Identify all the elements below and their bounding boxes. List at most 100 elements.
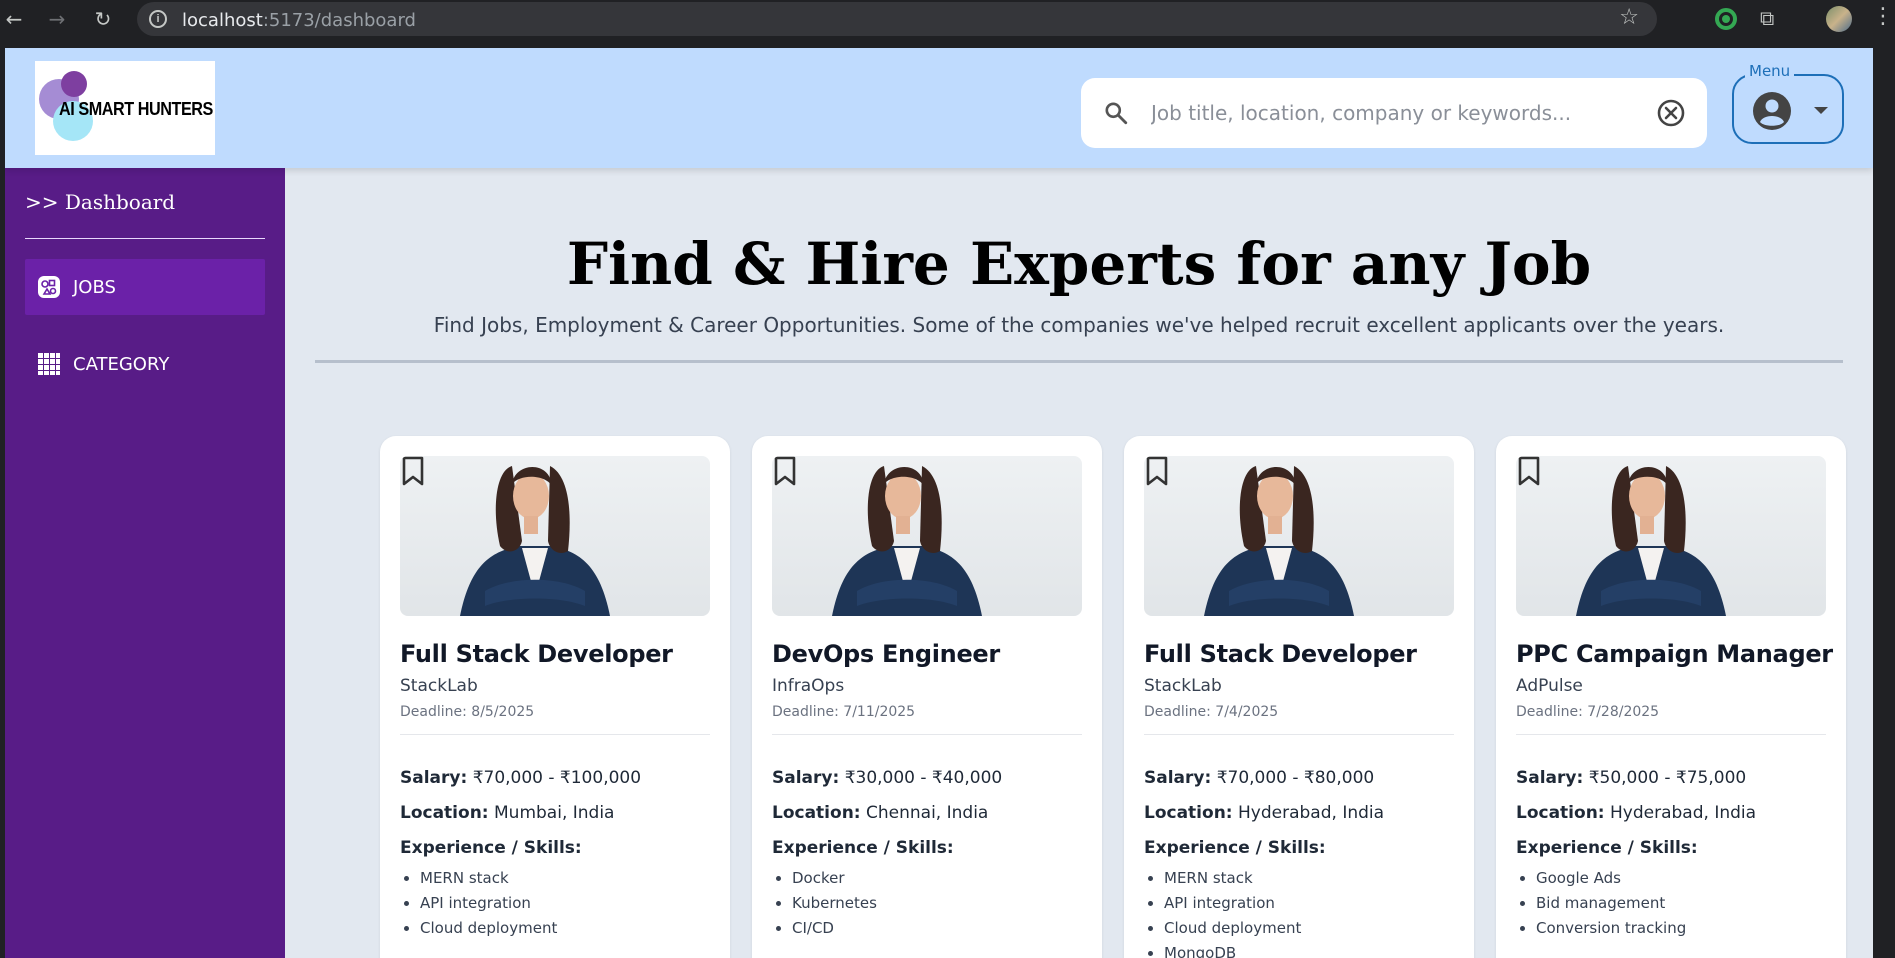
location-label: Location: <box>1516 803 1605 823</box>
skills-heading: Experience / Skills: <box>1144 838 1326 858</box>
skill-item: API integration <box>1164 891 1301 916</box>
salary-label: Salary: <box>1516 768 1584 788</box>
search-icon <box>1105 102 1128 125</box>
location-row: Location: Mumbai, India <box>400 803 614 823</box>
search-bar <box>1081 78 1707 148</box>
job-title[interactable]: Full Stack Developer <box>1144 640 1417 668</box>
person-photo <box>832 466 982 616</box>
location-row: Location: Hyderabad, India <box>1144 803 1384 823</box>
skills-list: MERN stack API integration Cloud deploym… <box>1164 866 1301 958</box>
site-info-icon[interactable]: i <box>149 10 167 28</box>
skill-item: MongoDB <box>1164 941 1301 958</box>
sidebar-item-category[interactable]: CATEGORY <box>25 336 265 392</box>
browser-toolbar: ← → ↻ i localhost:5173/dashboard ☆ ⧉ ⋮ <box>0 0 1895 38</box>
skill-item: Google Ads <box>1536 866 1686 891</box>
forward-arrow-icon[interactable]: → <box>45 7 69 31</box>
user-menu-button[interactable] <box>1732 74 1844 144</box>
bookmark-icon[interactable] <box>1516 456 1542 486</box>
salary-label: Salary: <box>772 768 840 788</box>
url-host: localhost <box>182 10 263 31</box>
skills-heading: Experience / Skills: <box>1516 838 1698 858</box>
app-root: AI SMART HUNTERS Menu >> Da <box>5 48 1873 958</box>
job-title[interactable]: PPC Campaign Manager <box>1516 640 1833 668</box>
jobs-icon <box>38 276 60 298</box>
card-divider <box>1516 734 1826 735</box>
location-value: Mumbai, India <box>494 803 615 823</box>
account-circle-icon <box>1753 92 1791 130</box>
skill-item: MERN stack <box>1164 866 1301 891</box>
skills-heading: Experience / Skills: <box>772 838 954 858</box>
page-title: Find & Hire Experts for any Job <box>566 230 1592 298</box>
job-deadline: Deadline: 7/4/2025 <box>1144 704 1279 720</box>
skill-item: Conversion tracking <box>1536 916 1686 941</box>
job-card[interactable]: Full Stack Developer StackLab Deadline: … <box>1124 436 1474 958</box>
bookmark-star-icon[interactable]: ☆ <box>1619 5 1639 30</box>
bookmark-icon[interactable] <box>772 456 798 486</box>
sidebar: >> Dashboard JOBS CATEGORY <box>5 168 285 958</box>
job-title[interactable]: Full Stack Developer <box>400 640 673 668</box>
salary-label: Salary: <box>400 768 468 788</box>
logo-text: AI SMART HUNTERS <box>59 99 213 119</box>
logo-circle <box>61 71 87 97</box>
location-value: Chennai, India <box>866 803 989 823</box>
location-label: Location: <box>1144 803 1233 823</box>
reload-icon[interactable]: ↻ <box>91 7 115 31</box>
bookmark-icon[interactable] <box>1144 456 1170 486</box>
job-card[interactable]: DevOps Engineer InfraOps Deadline: 7/11/… <box>752 436 1102 958</box>
sidebar-item-jobs[interactable]: JOBS <box>25 259 265 315</box>
location-row: Location: Hyderabad, India <box>1516 803 1756 823</box>
person-photo <box>1204 466 1354 616</box>
job-card-image <box>400 456 710 616</box>
menu-label: Menu <box>1745 62 1795 80</box>
sidebar-divider <box>25 238 265 239</box>
company-name: AdPulse <box>1516 676 1583 696</box>
salary-row: Salary: ₹50,000 - ₹75,000 <box>1516 768 1746 788</box>
salary-row: Salary: ₹70,000 - ₹100,000 <box>400 768 641 788</box>
address-bar[interactable]: i localhost:5173/dashboard ☆ <box>137 2 1657 36</box>
browser-menu-icon[interactable]: ⋮ <box>1872 4 1894 29</box>
top-header: AI SMART HUNTERS Menu <box>5 48 1873 168</box>
bookmark-icon[interactable] <box>400 456 426 486</box>
sidebar-dashboard-link[interactable]: >> Dashboard <box>25 190 175 214</box>
sidebar-item-label: JOBS <box>73 276 116 298</box>
chevron-down-icon <box>1814 107 1828 114</box>
skill-item: Docker <box>792 866 877 891</box>
skill-item: API integration <box>420 891 557 916</box>
salary-value: ₹70,000 - ₹100,000 <box>472 768 642 788</box>
job-card[interactable]: PPC Campaign Manager AdPulse Deadline: 7… <box>1496 436 1846 958</box>
person-photo <box>1576 466 1726 616</box>
skill-item: Kubernetes <box>792 891 877 916</box>
location-row: Location: Chennai, India <box>772 803 988 823</box>
profile-avatar[interactable] <box>1826 6 1852 32</box>
location-value: Hyderabad, India <box>1610 803 1757 823</box>
job-card-image <box>1516 456 1826 616</box>
job-card-image <box>1144 456 1454 616</box>
job-deadline: Deadline: 7/11/2025 <box>772 704 916 720</box>
job-deadline: Deadline: 8/5/2025 <box>400 704 535 720</box>
salary-value: ₹70,000 - ₹80,000 <box>1216 768 1375 788</box>
company-name: InfraOps <box>772 676 845 696</box>
extension-icon[interactable] <box>1715 8 1737 30</box>
skill-item: Cloud deployment <box>420 916 557 941</box>
salary-value: ₹50,000 - ₹75,000 <box>1588 768 1747 788</box>
sidebar-item-label: CATEGORY <box>73 353 170 375</box>
job-title[interactable]: DevOps Engineer <box>772 640 1000 668</box>
search-input[interactable] <box>1151 96 1631 130</box>
salary-label: Salary: <box>1144 768 1212 788</box>
location-label: Location: <box>772 803 861 823</box>
location-label: Location: <box>400 803 489 823</box>
skills-list: Google Ads Bid management Conversion tra… <box>1536 866 1686 941</box>
back-arrow-icon[interactable]: ← <box>2 7 26 31</box>
url-path: :5173/dashboard <box>262 10 416 31</box>
skills-list: Docker Kubernetes CI/CD <box>792 866 877 941</box>
job-card[interactable]: Full Stack Developer StackLab Deadline: … <box>380 436 730 958</box>
salary-row: Salary: ₹30,000 - ₹40,000 <box>772 768 1002 788</box>
hero-divider <box>315 360 1843 363</box>
card-divider <box>1144 734 1454 735</box>
person-photo <box>460 466 610 616</box>
job-card-image <box>772 456 1082 616</box>
logo[interactable]: AI SMART HUNTERS <box>35 61 215 155</box>
clear-search-icon[interactable] <box>1656 98 1686 128</box>
skill-item: Cloud deployment <box>1164 916 1301 941</box>
extensions-puzzle-icon[interactable]: ⧉ <box>1760 6 1782 30</box>
